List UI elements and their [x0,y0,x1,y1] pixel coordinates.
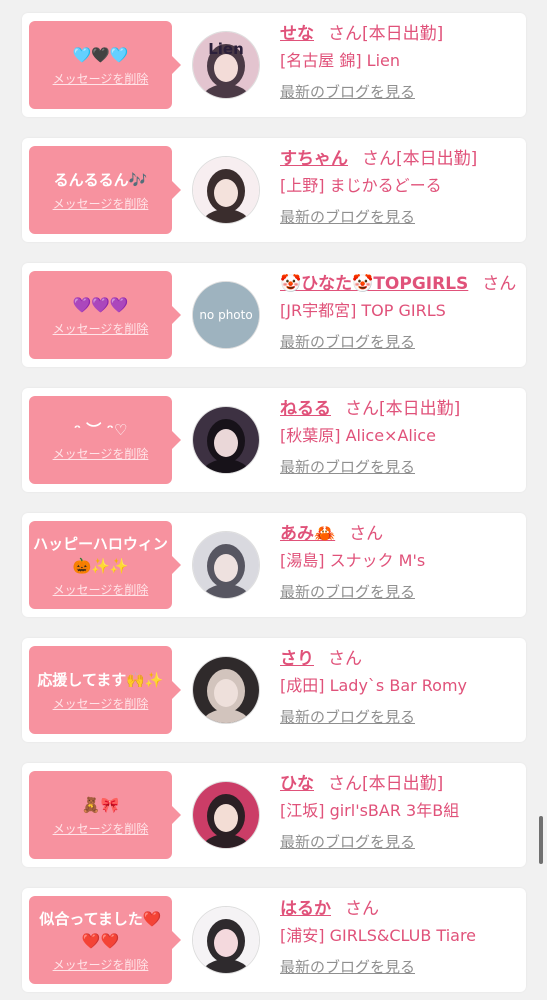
message-bubble: ハッピーハロウィン🎃✨✨ メッセージを削除 [29,521,181,609]
cast-avatar[interactable] [193,407,259,473]
message-text: 💜💜💜 [72,295,129,314]
cast-info: すちゃん さん[本日出勤] [上野] まじかるどーる最新のブログを見る [280,146,520,227]
cast-name-link[interactable]: さり [280,649,314,669]
cast-avatar[interactable]: no photo [193,282,259,348]
honorific: さん [349,524,384,544]
avatar-text: no photo [199,308,253,322]
shop-name: [成田] Lady`s Bar Romy [280,676,468,695]
honorific: さん [328,24,362,44]
name-line: 🤡ひなた🤡TOPGIRLS さん [280,271,520,297]
message-text: ᵔ ︶ ᵔ♡ [73,420,128,439]
delete-message-link[interactable]: メッセージを削除 [53,822,149,837]
message-bubble: 応援してます🙌✨ メッセージを削除 [29,646,181,734]
shop-name: [浦安] GIRLS&CLUB Tiare [280,926,477,945]
message-text: 応援してます🙌✨ [37,670,164,689]
name-line: はるか さん [280,896,520,922]
shop-name: [上野] まじかるどーる [280,176,442,195]
attendance-status: [本日出勤] [362,774,444,794]
cast-avatar[interactable]: Lien [193,32,259,98]
honorific: さん [328,649,362,669]
cast-name-link[interactable]: ひな [280,774,314,794]
scrollbar[interactable] [539,816,543,864]
latest-blog-link[interactable]: 最新のブログを見る [280,957,520,977]
name-line: すちゃん さん[本日出勤] [280,146,520,172]
name-line: せな さん[本日出勤] [280,21,520,47]
latest-blog-link[interactable]: 最新のブログを見る [280,82,520,102]
message-bubble: 💜💜💜 メッセージを削除 [29,271,181,359]
cast-info: 🤡ひなた🤡TOPGIRLS さん [JR宇都宮] TOP GIRLS 最新のブログを見… [280,271,520,352]
attendance-status: [本日出勤] [396,149,478,169]
name-line: ねるる さん[本日出勤] [280,396,520,422]
cast-name-link[interactable]: ねるる [280,399,331,419]
message-bubble: 似合ってました❤️❤️❤️ メッセージを削除 [29,896,181,984]
message-card: ハッピーハロウィン🎃✨✨ メッセージを削除 あみ🦀 さん [湯島] スナック M's 最新… [22,513,526,617]
name-line: あみ🦀 さん [280,521,520,547]
cast-info: さり さん [成田] Lady`s Bar Romy 最新のブログを見る [280,646,520,727]
cast-avatar[interactable] [193,782,259,848]
shop-name: [湯島] スナック M's [280,551,426,570]
latest-blog-link[interactable]: 最新のブログを見る [280,207,520,227]
cast-name-link[interactable]: 🤡ひなた🤡TOPGIRLS [280,274,468,294]
shop-name: [江坂] girl'sBAR 3年B組 [280,801,460,820]
message-card: ᵔ ︶ ᵔ♡ メッセージを削除 ねるる さん[本日出勤] [秋葉原] Alice×Ali… [22,388,526,492]
honorific: さん [345,899,379,919]
cast-avatar[interactable] [193,907,259,973]
cast-name-link[interactable]: あみ🦀 [280,524,335,544]
latest-blog-link[interactable]: 最新のブログを見る [280,582,520,602]
name-line: さり さん [280,646,520,672]
latest-blog-link[interactable]: 最新のブログを見る [280,457,520,477]
cast-avatar[interactable] [193,532,259,598]
shop-name: [名古屋 錦] Lien [280,51,401,70]
honorific: さん [328,774,362,794]
cast-info: ねるる さん[本日出勤] [秋葉原] Alice×Alice 最新のブログを見る [280,396,520,477]
delete-message-link[interactable]: メッセージを削除 [53,583,149,598]
cast-info: ひな さん[本日出勤] [江坂] girl'sBAR 3年B組最新のブログを見る [280,771,520,852]
message-bubble: 🧸🎀 メッセージを削除 [29,771,181,859]
latest-blog-link[interactable]: 最新のブログを見る [280,832,520,852]
attendance-status: [本日出勤] [362,24,444,44]
honorific: さん [345,399,379,419]
message-bubble: ᵔ ︶ ᵔ♡ メッセージを削除 [29,396,181,484]
honorific: さん [362,149,396,169]
delete-message-link[interactable]: メッセージを削除 [53,447,149,462]
message-card: 似合ってました❤️❤️❤️ メッセージを削除 はるか さん [浦安] GIRLS&CLU… [22,888,526,992]
delete-message-link[interactable]: メッセージを削除 [53,322,149,337]
name-line: ひな さん[本日出勤] [280,771,520,797]
message-card: 🩵🖤🩵 メッセージを削除 Lien せな さん[本日出勤] [名古屋 錦] Lien 最新の… [22,13,526,117]
attendance-status: [本日出勤] [379,399,461,419]
message-card: 応援してます🙌✨ メッセージを削除 さり さん [成田] Lady`s Bar Romy… [22,638,526,742]
honorific: さん [482,274,517,294]
message-card: 💜💜💜 メッセージを削除 no photo 🤡ひなた🤡TOPGIRLS さん [JR宇都宮… [22,263,526,367]
cast-avatar[interactable] [193,157,259,223]
delete-message-link[interactable]: メッセージを削除 [53,72,149,87]
message-bubble: るんるるん🎶 メッセージを削除 [29,146,181,234]
message-text: るんるるん🎶 [53,170,148,189]
delete-message-link[interactable]: メッセージを削除 [53,958,149,973]
cast-name-link[interactable]: すちゃん [280,149,348,169]
delete-message-link[interactable]: メッセージを削除 [53,697,149,712]
message-card: 🧸🎀 メッセージを削除 ひな さん[本日出勤] [江坂] girl'sBAR 3年B組最… [22,763,526,867]
message-text: 🧸🎀 [81,795,120,814]
cast-info: はるか さん [浦安] GIRLS&CLUB Tiare 最新のブログを見る [280,896,520,977]
avatar-text: Lien [208,40,244,58]
cast-avatar[interactable] [193,657,259,723]
cast-name-link[interactable]: はるか [280,899,331,919]
latest-blog-link[interactable]: 最新のブログを見る [280,332,520,352]
message-bubble: 🩵🖤🩵 メッセージを削除 [29,21,181,109]
cast-info: せな さん[本日出勤] [名古屋 錦] Lien 最新のブログを見る [280,21,520,102]
message-card: るんるるん🎶 メッセージを削除 すちゃん さん[本日出勤] [上野] まじかるどーる最新… [22,138,526,242]
message-text: 🩵🖤🩵 [72,45,129,64]
delete-message-link[interactable]: メッセージを削除 [53,197,149,212]
latest-blog-link[interactable]: 最新のブログを見る [280,707,520,727]
cast-name-link[interactable]: せな [280,24,314,44]
message-text: 似合ってました❤️❤️❤️ [39,909,162,950]
shop-name: [JR宇都宮] TOP GIRLS [280,301,446,320]
message-text: ハッピーハロウィン🎃✨✨ [33,534,168,575]
shop-name: [秋葉原] Alice×Alice [280,426,436,445]
cast-info: あみ🦀 さん [湯島] スナック M's 最新のブログを見る [280,521,520,602]
